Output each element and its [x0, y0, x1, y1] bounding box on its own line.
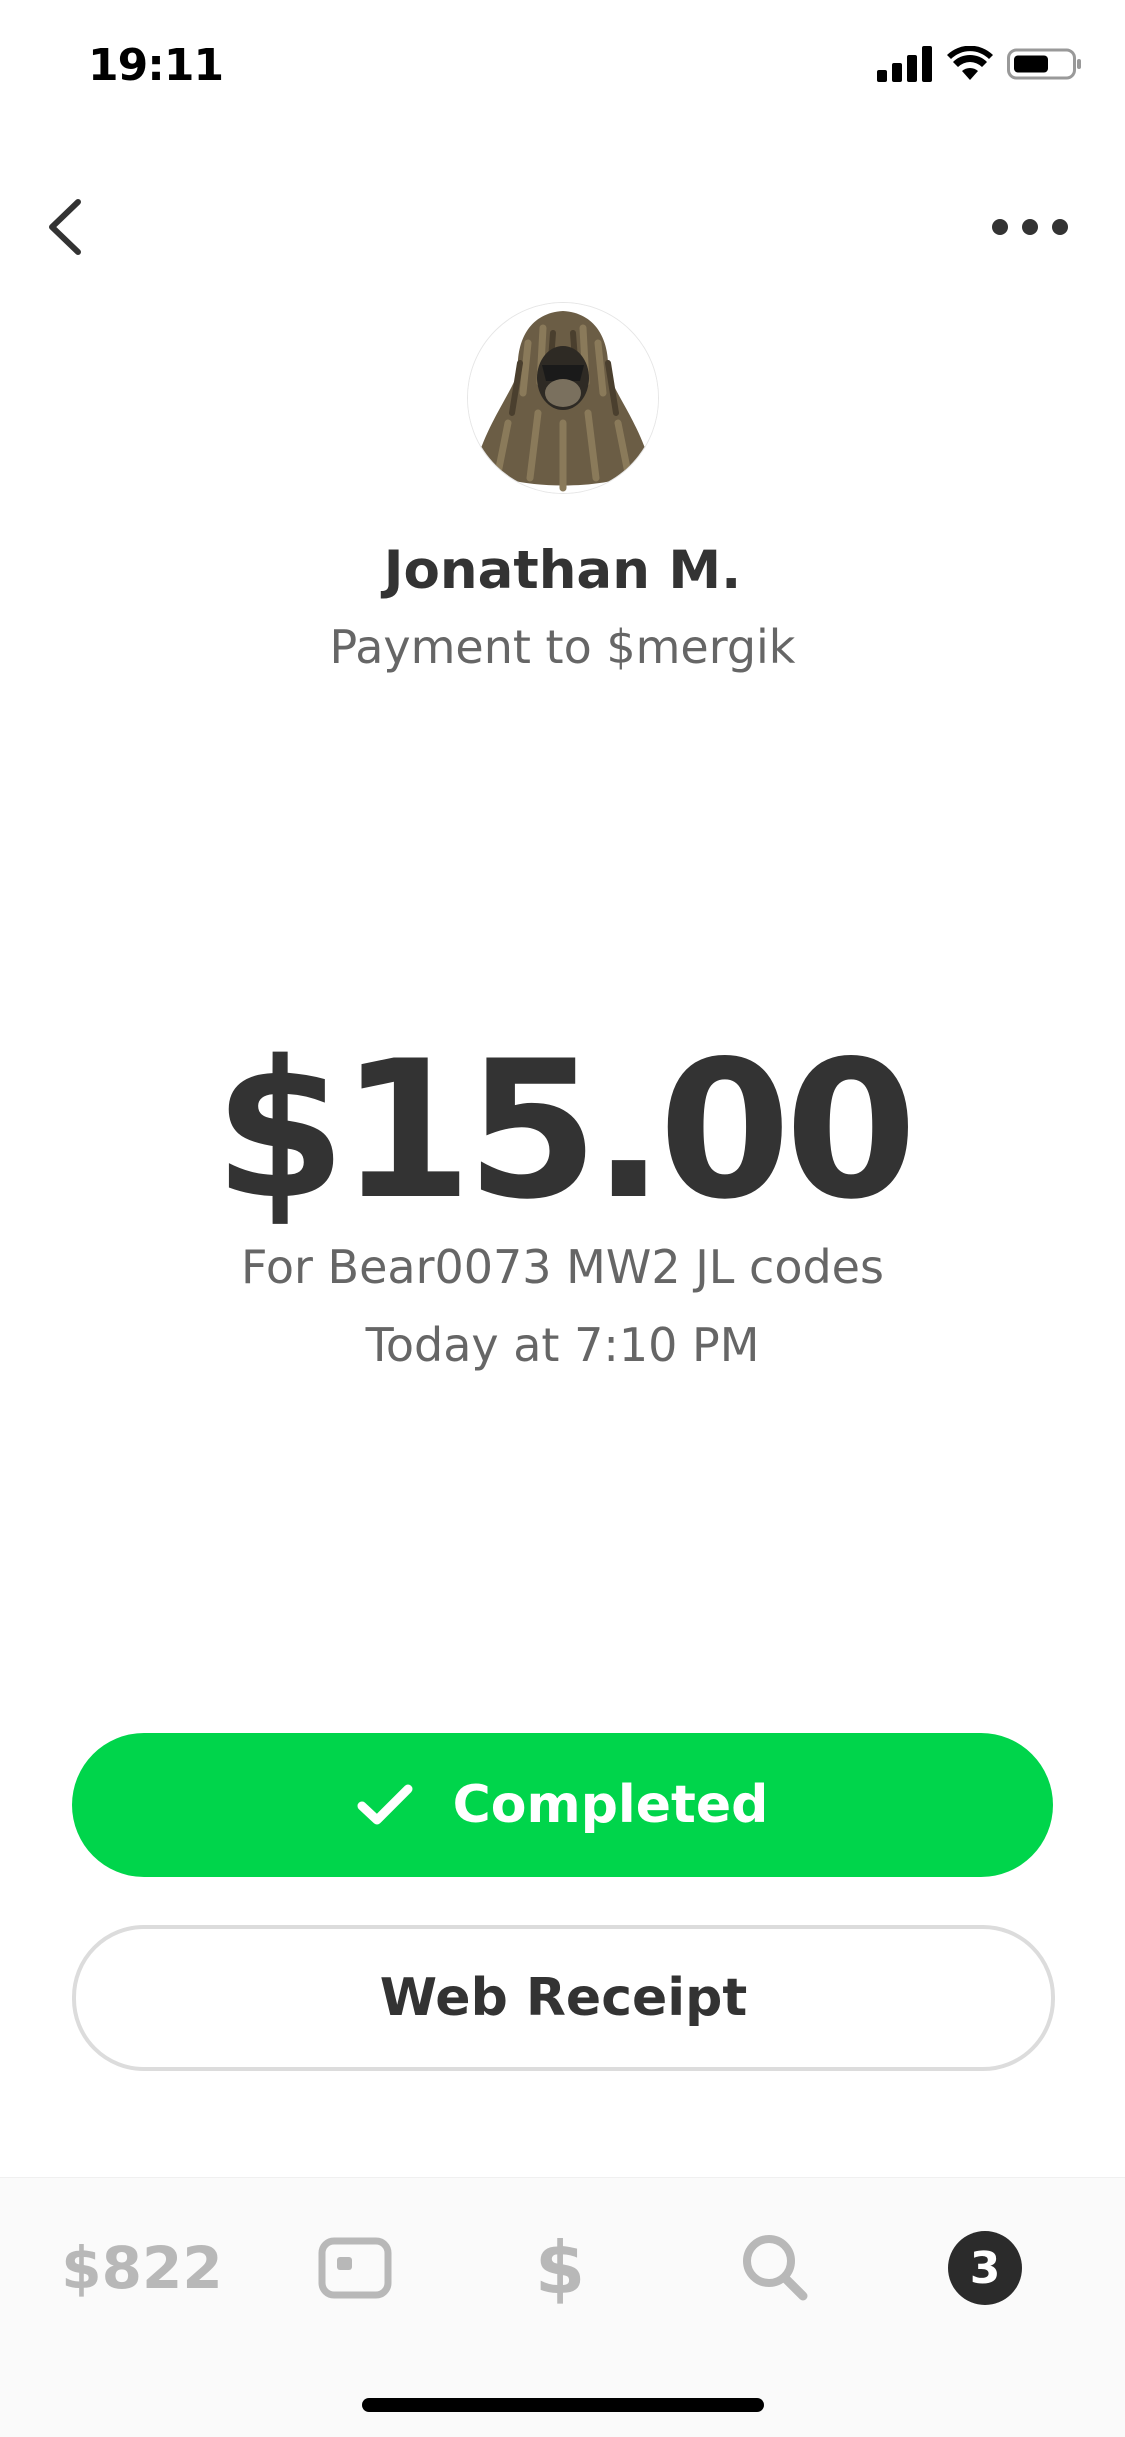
web-receipt-label: Web Receipt — [379, 1968, 748, 2028]
payment-time: Today at 7:10 PM — [365, 1318, 760, 1372]
activity-badge: 3 — [948, 2231, 1022, 2305]
tab-balance[interactable]: $822 — [61, 2218, 222, 2318]
avatar[interactable] — [467, 302, 659, 494]
tab-cash[interactable]: $ — [510, 2218, 610, 2318]
chevron-left-icon — [49, 199, 81, 255]
battery-icon — [1007, 46, 1083, 86]
ghillie-suit-avatar-image — [468, 303, 658, 493]
completed-status-button[interactable]: Completed — [72, 1733, 1053, 1877]
completed-label: Completed — [452, 1775, 769, 1835]
status-icons — [877, 45, 1083, 86]
status-time: 19:11 — [88, 40, 224, 91]
web-receipt-button[interactable]: Web Receipt — [72, 1925, 1055, 2071]
payment-recipient-subtitle: Payment to $mergik — [329, 620, 796, 674]
payment-amount: $15.00 — [213, 1020, 917, 1241]
card-icon — [318, 2237, 392, 2299]
home-indicator[interactable] — [362, 2398, 764, 2412]
wifi-icon — [947, 45, 993, 86]
search-icon — [743, 2235, 808, 2301]
tab-card[interactable] — [300, 2218, 410, 2318]
cellular-signal-icon — [877, 46, 933, 86]
payment-note: For Bear0073 MW2 JL codes — [241, 1240, 884, 1294]
status-bar: 19:11 — [0, 0, 1125, 140]
tab-activity[interactable]: 3 — [930, 2218, 1040, 2318]
tab-search[interactable] — [720, 2218, 830, 2318]
more-horizontal-icon — [992, 219, 1068, 235]
back-button[interactable] — [40, 190, 100, 265]
more-options-button[interactable] — [990, 210, 1070, 245]
recipient-name: Jonathan M. — [383, 540, 742, 601]
checkmark-icon — [357, 1784, 413, 1825]
